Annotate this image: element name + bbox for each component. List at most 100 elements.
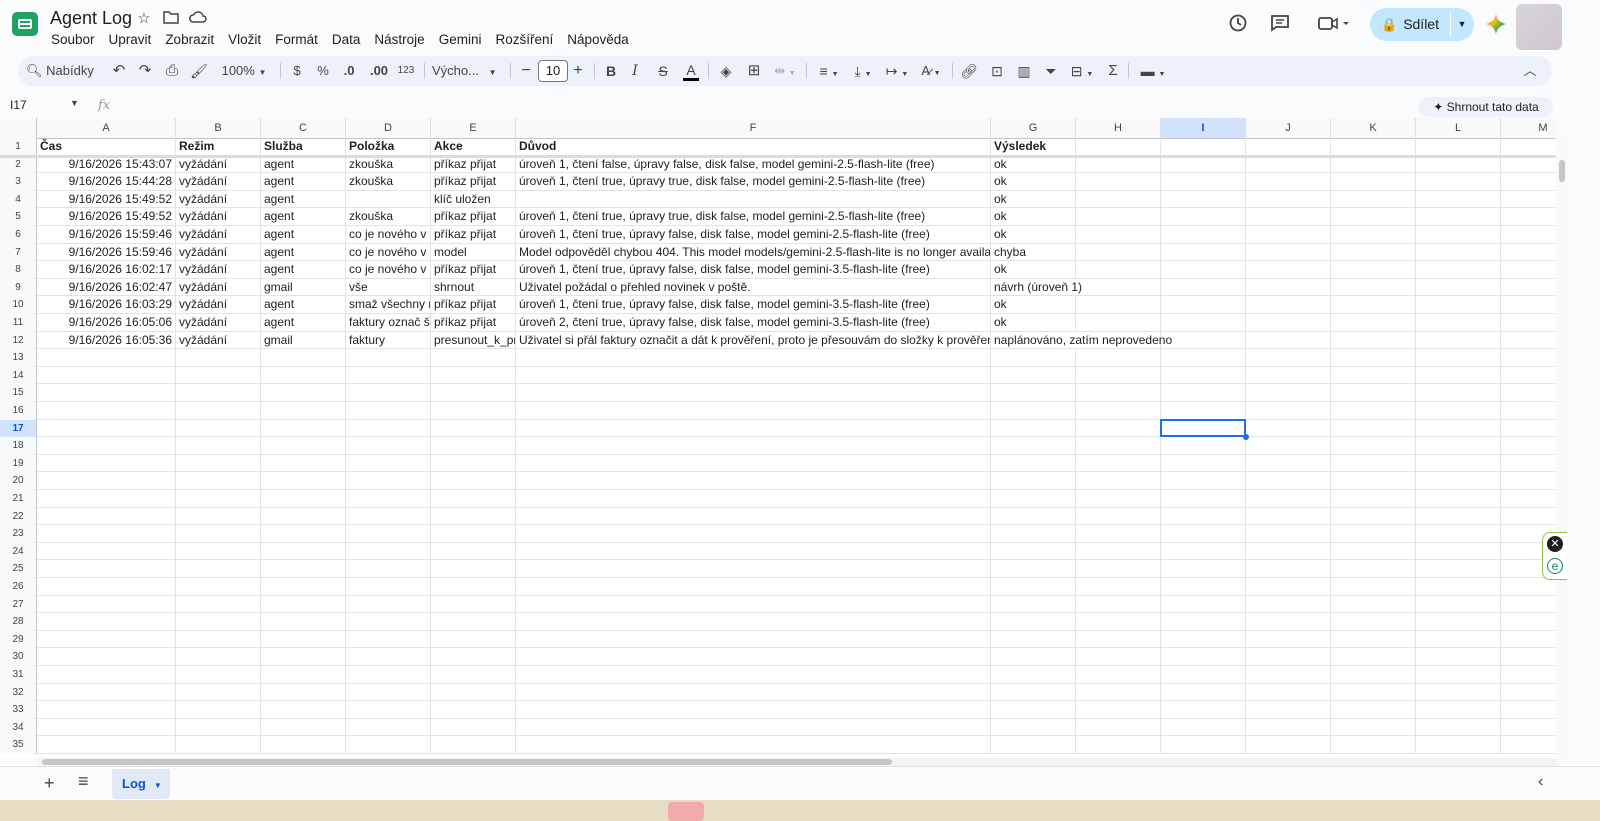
table-cell[interactable]: naplánováno, zatím neprovedeno [991,331,1172,350]
table-cell[interactable] [37,613,176,631]
table-cell[interactable] [37,507,176,526]
table-cell[interactable] [346,437,431,455]
table-cell[interactable] [1246,384,1331,402]
table-cell[interactable] [1076,718,1161,737]
add-sheet-icon[interactable]: + [44,773,55,794]
row-header[interactable]: 27 [0,595,37,614]
table-cell[interactable] [1161,190,1246,209]
table-cell[interactable] [1161,366,1246,385]
table-cell[interactable] [1501,191,1556,209]
row-header[interactable]: 3 [0,173,37,191]
table-cell[interactable] [1076,296,1161,314]
table-cell[interactable] [516,560,991,578]
table-cell[interactable]: agent [261,226,346,244]
table-cell[interactable] [1161,226,1246,244]
table-cell[interactable] [176,736,261,754]
table-cell[interactable] [261,366,346,385]
table-cell[interactable] [1331,261,1416,279]
table-cell[interactable] [431,472,516,490]
share-dropdown-icon[interactable]: ▼ [1452,8,1472,41]
row-header[interactable]: 23 [0,525,37,543]
table-cell[interactable] [1076,454,1161,473]
table-cell[interactable] [1416,190,1501,209]
table-cell[interactable] [1246,472,1331,490]
redo-icon[interactable]: ↷ [134,56,156,86]
table-cell[interactable] [1076,402,1161,420]
header-cell[interactable] [1416,138,1501,156]
table-cell[interactable] [176,560,261,578]
row-header[interactable]: 2 [0,155,37,174]
summarize-data-button[interactable]: ✦ Shrnout tato data [1419,97,1553,117]
table-cell[interactable] [37,666,176,684]
table-cell[interactable] [1416,507,1501,526]
table-cell[interactable] [516,683,991,702]
row-header[interactable]: 6 [0,226,37,244]
table-cell[interactable]: úroveň 1, čtení true, úpravy false, disk… [516,296,991,314]
table-cell[interactable] [1416,560,1501,578]
table-cell[interactable]: 9/16/2026 15:49:52 [37,190,176,209]
menu-edit[interactable]: Upravit [102,30,159,49]
table-cell[interactable]: chyba [991,243,1076,262]
table-cell[interactable]: Model odpověděl chybou 404. This model m… [516,243,991,262]
table-cell[interactable] [1331,190,1416,209]
table-cell[interactable] [1501,508,1556,526]
table-cell[interactable]: vyžádání [176,226,261,244]
table-cell[interactable] [1076,190,1161,209]
header-cell[interactable]: Důvod [516,138,991,156]
vertical-scroll-thumb[interactable] [1559,160,1565,182]
table-cell[interactable] [1246,560,1331,578]
table-cell[interactable] [516,648,991,666]
table-cell[interactable] [1076,208,1161,226]
table-cell[interactable] [1246,208,1331,226]
header-cell[interactable] [1331,138,1416,156]
table-cell[interactable] [1331,613,1416,631]
table-cell[interactable] [1501,226,1556,244]
table-cell[interactable] [1161,666,1246,684]
table-cell[interactable] [261,542,346,561]
table-cell[interactable] [1246,490,1331,508]
table-cell[interactable] [1246,402,1331,420]
table-cell[interactable] [991,490,1076,508]
table-cell[interactable]: úroveň 1, čtení false, úpravy false, dis… [516,155,991,174]
table-cell[interactable] [1246,419,1331,438]
table-cell[interactable] [431,630,516,649]
table-cell[interactable] [1246,542,1331,561]
table-cell[interactable] [991,525,1076,543]
table-cell[interactable]: 9/16/2026 16:02:47 [37,278,176,297]
table-cell[interactable] [1416,208,1501,226]
table-cell[interactable] [431,648,516,666]
table-cell[interactable] [1331,507,1416,526]
table-cell[interactable] [1076,261,1161,279]
table-cell[interactable] [37,630,176,649]
table-cell[interactable] [1331,296,1416,314]
account-avatar[interactable] [1516,4,1562,50]
table-cell[interactable] [176,419,261,438]
table-cell[interactable] [516,525,991,543]
table-cell[interactable] [431,384,516,402]
table-cell[interactable] [1161,296,1246,314]
table-cell[interactable] [1161,578,1246,596]
table-cell[interactable] [1076,507,1161,526]
column-header-j[interactable]: J [1246,118,1331,138]
table-cell[interactable] [1161,437,1246,455]
table-cell[interactable] [1501,296,1556,314]
table-cell[interactable] [1331,278,1416,297]
table-cell[interactable] [1331,155,1416,174]
table-cell[interactable] [1331,560,1416,578]
row-header[interactable]: 22 [0,507,37,526]
table-cell[interactable]: co je nového v p [346,243,431,262]
table-cell[interactable] [431,736,516,754]
horizontal-align-icon[interactable]: ≡ ▼ [814,56,844,86]
table-cell[interactable] [261,736,346,754]
table-cell[interactable] [1416,261,1501,279]
table-cell[interactable] [516,701,991,719]
italic-icon[interactable]: I [626,56,644,86]
table-cell[interactable] [1416,736,1501,754]
row-header[interactable]: 9 [0,278,37,297]
table-cell[interactable] [1501,244,1556,262]
table-cell[interactable] [1416,278,1501,297]
table-cell[interactable] [991,419,1076,438]
table-cell[interactable]: agent [261,243,346,262]
table-cell[interactable]: co je nového v p [346,226,431,244]
all-sheets-menu-icon[interactable]: ≡ [78,771,89,792]
